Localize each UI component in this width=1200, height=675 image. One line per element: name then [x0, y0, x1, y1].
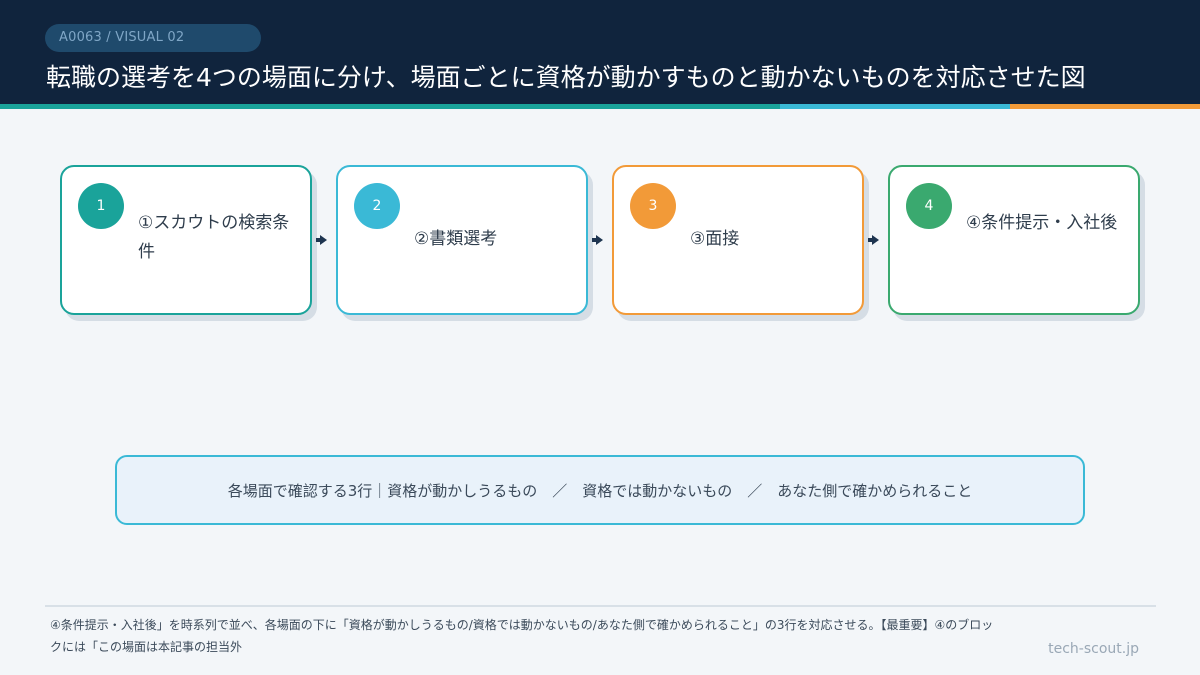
accent-bar-blue — [780, 104, 1010, 109]
arrow-icon — [592, 234, 604, 246]
site-credit: tech-scout.jp — [1048, 641, 1139, 657]
step-card-3: 3 ③面接 — [612, 165, 864, 315]
step-badge-2: 2 — [354, 183, 400, 229]
accent-bar-teal — [0, 104, 780, 109]
summary-text: 各場面で確認する3行｜資格が動かしうるもの ／ 資格では動かないもの ／ あなた… — [227, 481, 973, 500]
step-badge-4: 4 — [906, 183, 952, 229]
step-badge-1: 1 — [78, 183, 124, 229]
arrow-icon — [316, 234, 328, 246]
footnote: ④条件提示・入社後」を時系列で並べ、各場面の下に「資格が動かしうるもの/資格では… — [50, 618, 994, 654]
footer-divider — [45, 605, 1156, 607]
step-card-4: 4 ④条件提示・入社後 — [888, 165, 1140, 315]
step-label-2: ②書類選考 — [414, 229, 498, 249]
arrow-icon — [868, 234, 880, 246]
page-title: 転職の選考を4つの場面に分け、場面ごとに資格が動かすものと動かないものを対応させ… — [46, 63, 1086, 92]
step-label-3: ③面接 — [690, 229, 740, 249]
header-bar: A0063 / VISUAL 02 転職の選考を4つの場面に分け、場面ごとに資格… — [0, 0, 1200, 104]
step-badge-3: 3 — [630, 183, 676, 229]
step-label-1: ①スカウトの検索条件 — [138, 213, 290, 262]
step-card-2: 2 ②書類選考 — [336, 165, 588, 315]
step-label-4: ④条件提示・入社後 — [966, 213, 1118, 233]
visual-tag: A0063 / VISUAL 02 — [45, 24, 261, 52]
accent-bar-orange — [1010, 104, 1200, 109]
step-card-1: 1 ①スカウトの検索条件 — [60, 165, 312, 315]
summary-box: 各場面で確認する3行｜資格が動かしうるもの ／ 資格では動かないもの ／ あなた… — [115, 455, 1085, 525]
